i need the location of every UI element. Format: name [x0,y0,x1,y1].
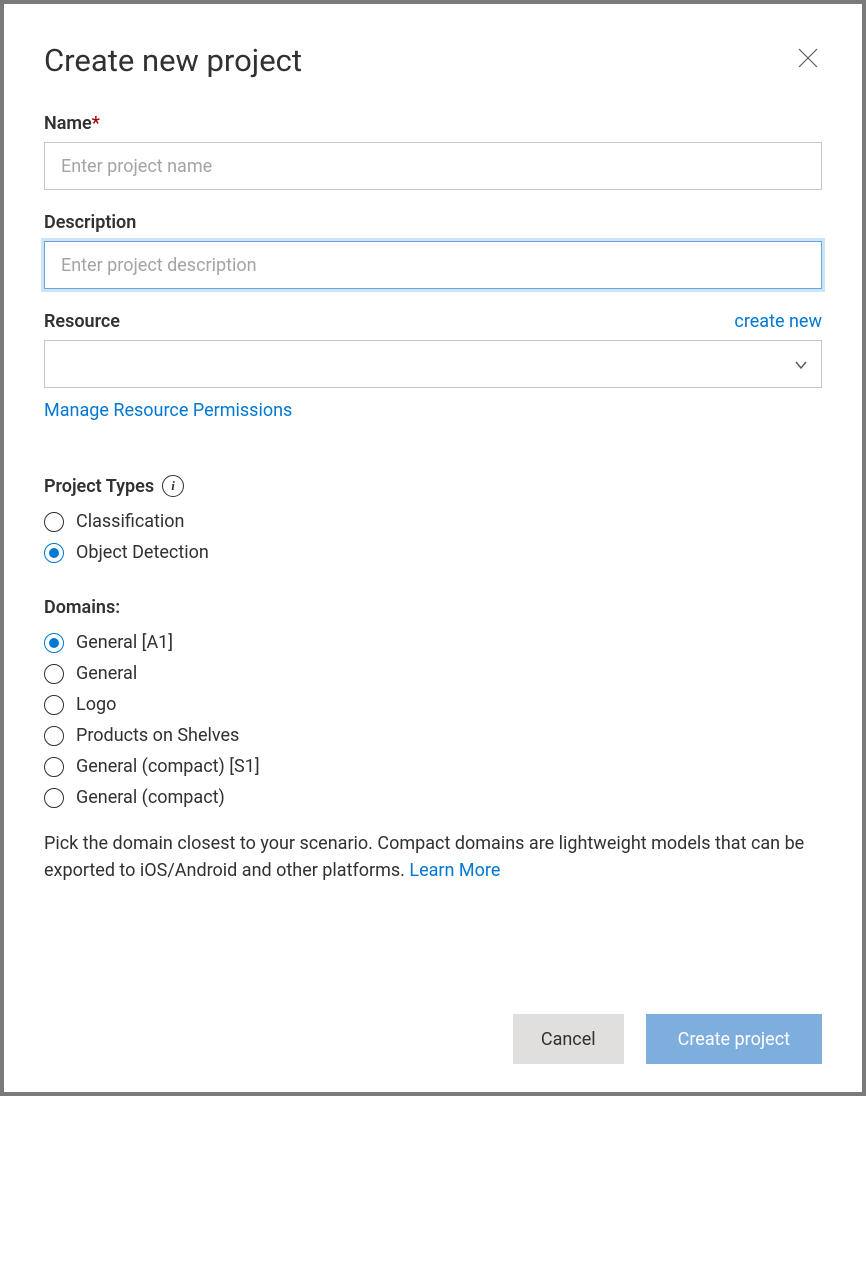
resource-label: Resource [44,311,120,332]
radio-domain-general[interactable]: General [44,663,822,684]
project-types-label: Project Types [44,476,154,497]
radio-domain-general-compact-s1[interactable]: General (compact) [S1] [44,756,822,777]
project-types-group: Classification Object Detection [44,511,822,563]
domains-help-text: Pick the domain closest to your scenario… [44,830,822,884]
manage-resource-permissions-link[interactable]: Manage Resource Permissions [44,400,292,421]
radio-object-detection[interactable]: Object Detection [44,542,822,563]
radio-domain-logo[interactable]: Logo [44,694,822,715]
domains-label: Domains: [44,597,822,618]
radio-icon [44,512,64,532]
close-button[interactable] [794,44,822,72]
radio-classification[interactable]: Classification [44,511,822,532]
radio-domain-general-a1[interactable]: General [A1] [44,632,822,653]
create-new-resource-link[interactable]: create new [734,311,822,332]
required-mark: * [92,113,100,134]
radio-label: Classification [76,511,185,532]
radio-icon [44,664,64,684]
radio-label: General [A1] [76,632,173,653]
radio-domain-products-on-shelves[interactable]: Products on Shelves [44,725,822,746]
radio-label: General (compact) [76,787,225,808]
radio-icon [44,726,64,746]
radio-icon [44,695,64,715]
create-project-button[interactable]: Create project [646,1014,822,1064]
radio-label: General [76,663,137,684]
resource-select[interactable] [44,340,822,388]
radio-label: General (compact) [S1] [76,756,260,777]
description-field: Description [44,212,822,289]
resource-field: Resource create new Manage Resource Perm… [44,311,822,421]
radio-label: Products on Shelves [76,725,239,746]
modal-backdrop: Create new project Name* Description Res… [0,0,866,1096]
name-input[interactable] [44,142,822,190]
domains-group: General [A1] General Logo Products on Sh… [44,632,822,808]
radio-icon [44,543,64,563]
name-field: Name* [44,113,822,190]
dialog-title: Create new project [44,42,822,79]
radio-domain-general-compact[interactable]: General (compact) [44,787,822,808]
radio-label: Logo [76,694,116,715]
radio-icon [44,788,64,808]
radio-icon [44,633,64,653]
close-icon [796,46,820,70]
description-input[interactable] [44,241,822,289]
name-label-text: Name [44,113,92,134]
description-label: Description [44,212,822,233]
radio-icon [44,757,64,777]
name-label: Name* [44,113,822,134]
learn-more-link[interactable]: Learn More [409,860,500,881]
dialog-footer: Cancel Create project [44,974,822,1064]
create-project-dialog: Create new project Name* Description Res… [4,4,862,1092]
radio-label: Object Detection [76,542,209,563]
info-icon[interactable]: i [162,475,184,497]
cancel-button[interactable]: Cancel [513,1014,624,1064]
project-types-label-row: Project Types i [44,475,822,497]
